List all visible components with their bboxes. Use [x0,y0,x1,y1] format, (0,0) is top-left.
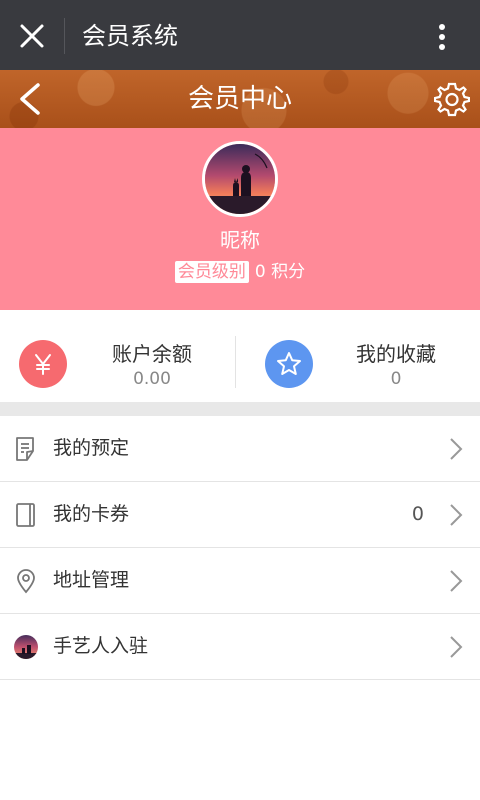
wechat-bar-title: 会员系统 [82,22,178,50]
avatar-thumbnail-icon [14,635,38,659]
balance-value: 0.00 [133,369,171,389]
star-glyph [277,352,301,375]
star-icon[interactable] [265,340,313,388]
menu-item-label: 地址管理 [53,569,130,591]
document-icon [16,437,34,461]
chevron-right-icon [450,504,463,526]
page-title: 会员中心 [187,84,292,114]
page-header: 会员中心 [0,70,480,128]
coupon-count: 0 [411,503,424,525]
yen-icon[interactable] [19,340,67,388]
menu-list: 我的预定 我的卡券 0 地址管理 手艺人入驻 [0,416,480,680]
points-text: 0 积分 [254,262,306,282]
more-vertical-icon[interactable] [430,22,454,52]
menu-item-address[interactable]: 地址管理 [0,548,480,614]
menu-item-label: 我的预定 [53,437,130,459]
menu-item-coupons[interactable]: 我的卡券 0 [0,482,480,548]
gear-icon[interactable] [434,81,470,117]
menu-item-label: 我的卡券 [53,503,130,525]
card-icon [16,503,35,527]
bar-separator [64,18,65,54]
balance-label[interactable]: 账户余额 [90,340,214,368]
avatar-image [205,144,275,214]
wechat-top-bar: 会员系统 [0,0,480,70]
section-gap [0,402,480,416]
profile-section: 昵称 会员级别 0 积分 [0,128,480,310]
favorites-label[interactable]: 我的收藏 [334,340,458,368]
close-icon[interactable] [18,22,46,50]
nickname: 昵称 [220,228,260,252]
chevron-right-icon [450,636,463,658]
chevron-right-icon [450,438,463,460]
menu-item-label: 手艺人入驻 [53,635,149,657]
favorites-value: 0 [390,369,402,389]
avatar[interactable] [202,141,278,217]
menu-item-reservations[interactable]: 我的预定 [0,416,480,482]
yen-glyph [35,354,51,375]
member-level-badge: 会员级别 [174,261,249,283]
location-pin-icon [17,569,35,594]
chevron-right-icon [450,570,463,592]
level-line: 会员级别 0 积分 [0,260,480,284]
stats-divider [235,336,236,388]
stats-row: 账户余额 0.00 我的收藏 0 [0,310,480,402]
menu-item-artisan-join[interactable]: 手艺人入驻 [0,614,480,680]
